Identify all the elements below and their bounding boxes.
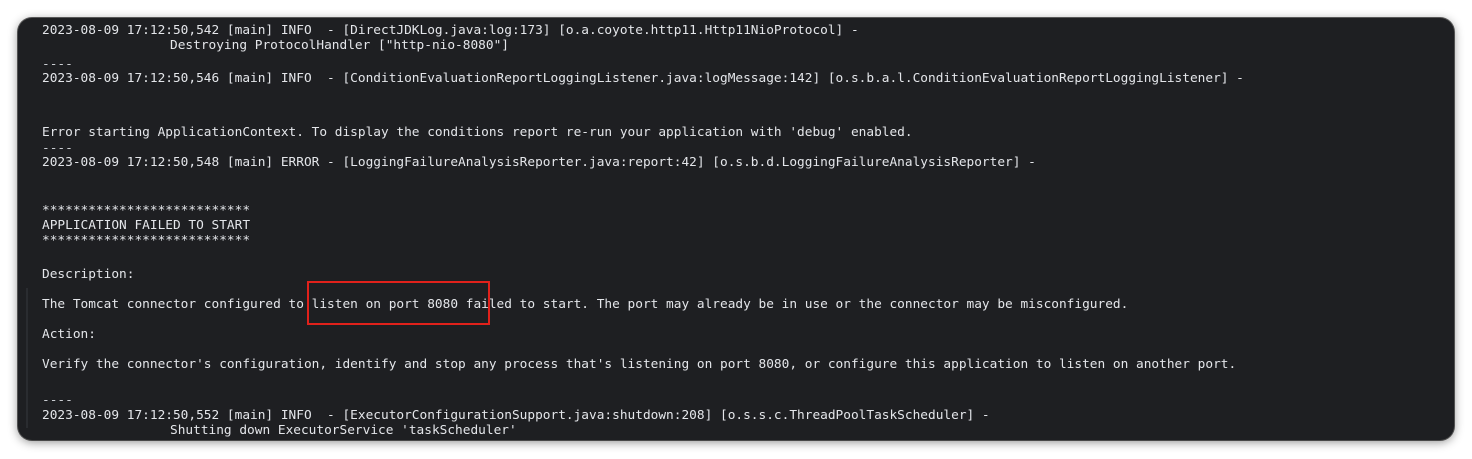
log-line-error-starting: Error starting ApplicationContext. To di…	[42, 125, 913, 140]
log-line-shutdown-message: Shutting down ExecutorService 'taskSched…	[170, 423, 517, 438]
log-separator: ----	[42, 57, 73, 72]
log-line-error-header: 2023-08-09 17:12:50,548 [main] ERROR - […	[42, 155, 1036, 170]
banner-stars-top: ***************************	[42, 203, 251, 218]
log-output: 2023-08-09 17:12:50,542 [main] INFO - [D…	[42, 23, 1442, 438]
banner-stars-bottom: ***************************	[42, 233, 251, 248]
log-line-destroy-message: Destroying ProtocolHandler ["http-nio-80…	[170, 38, 509, 53]
log-line-conditions-header: 2023-08-09 17:12:50,546 [main] INFO - [C…	[42, 71, 1244, 86]
description-text: The Tomcat connector configured to liste…	[42, 297, 1129, 312]
failure-banner: APPLICATION FAILED TO START	[42, 218, 251, 233]
log-separator: ----	[42, 393, 73, 408]
log-line-shutdown-header: 2023-08-09 17:12:50,552 [main] INFO - [E…	[42, 408, 990, 423]
action-text: Verify the connector's configuration, id…	[42, 357, 1237, 372]
terminal-window: 2023-08-09 17:12:50,542 [main] INFO - [D…	[18, 18, 1454, 440]
action-label: Action:	[42, 327, 96, 342]
log-separator: ----	[42, 141, 73, 156]
scrollbar-track[interactable]	[26, 288, 28, 428]
log-line-destroy-header: 2023-08-09 17:12:50,542 [main] INFO - [D…	[42, 23, 859, 38]
description-label: Description:	[42, 267, 135, 282]
